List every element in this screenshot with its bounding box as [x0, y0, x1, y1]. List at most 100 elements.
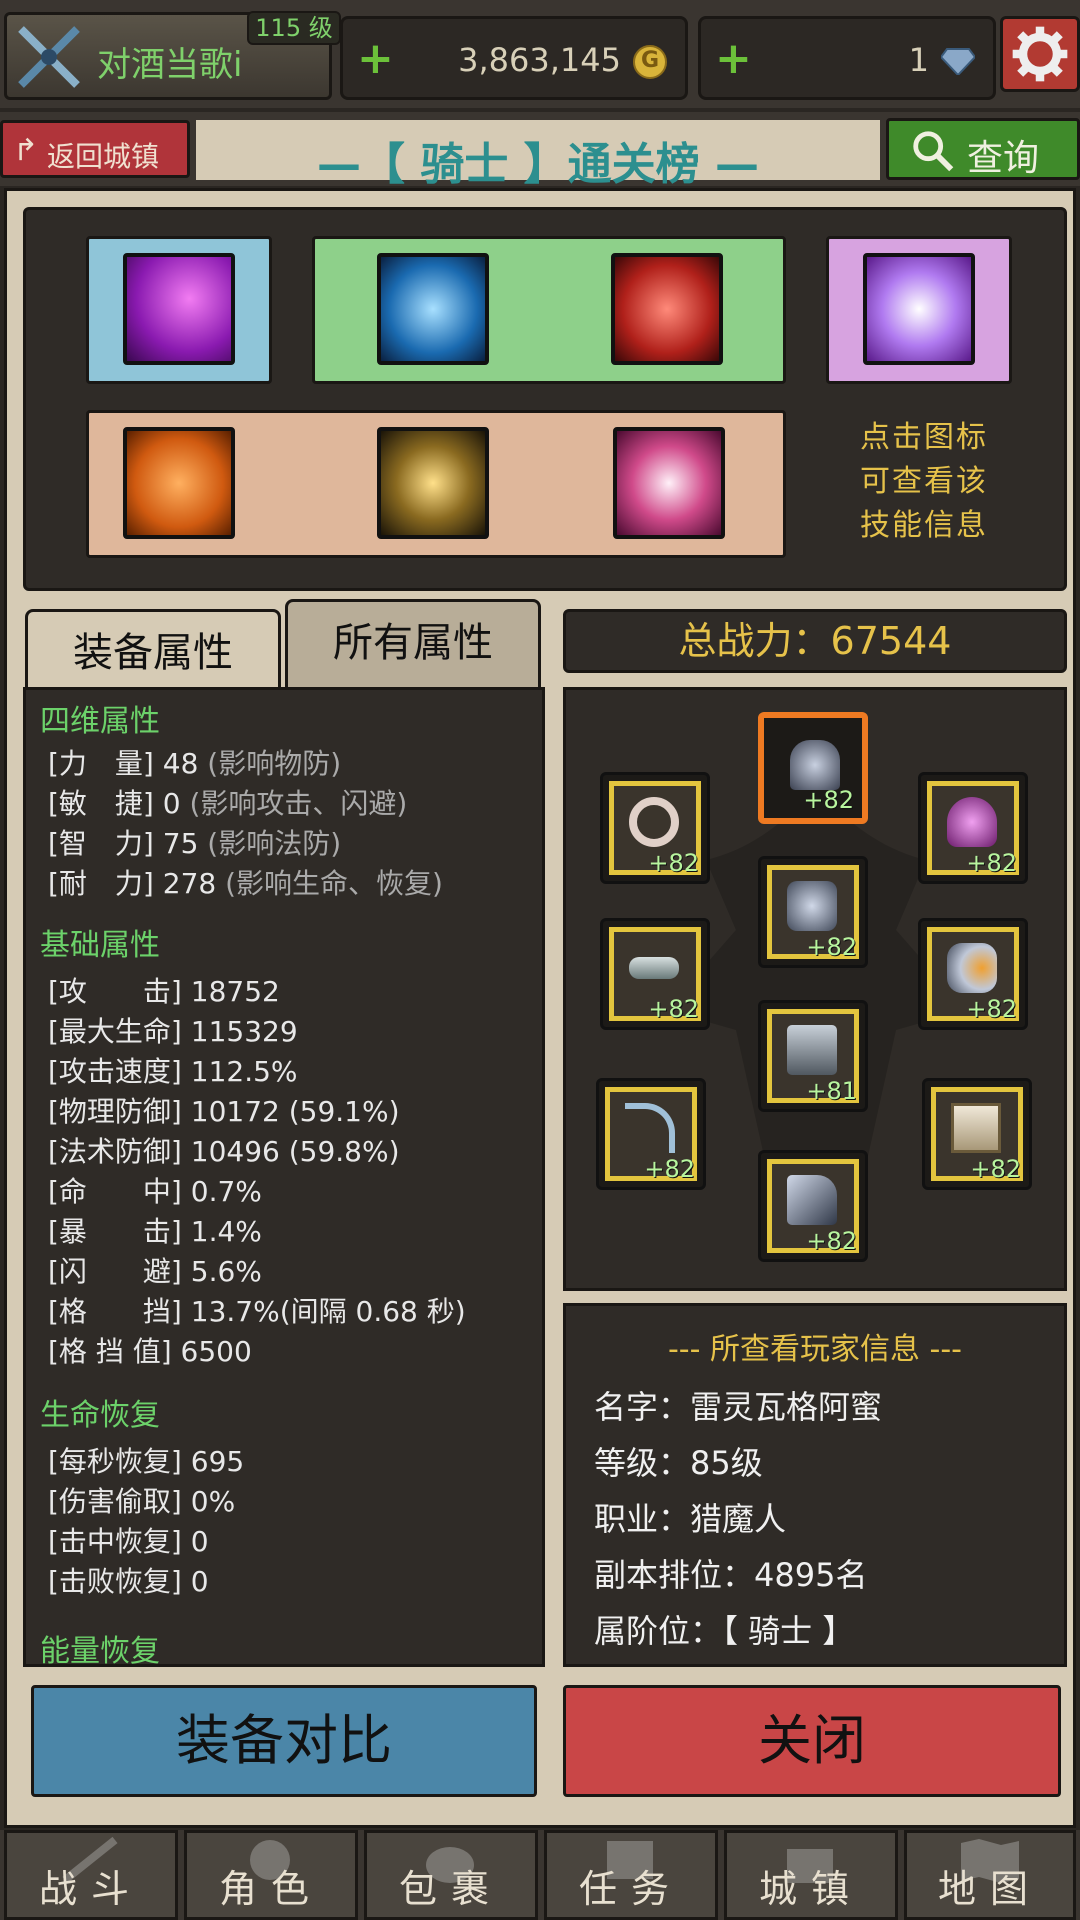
stat-line: [物理防御] 10172 (59.1%): [48, 1095, 400, 1128]
stat-line: [最大生命] 115329: [48, 1015, 298, 1048]
section-title: 四维属性: [40, 704, 160, 739]
stat-line: [击中恢复] 0: [48, 1525, 209, 1558]
equip-slot-armor[interactable]: +82: [758, 856, 868, 968]
ring-icon: [629, 797, 679, 847]
stat-line: [闪 避] 5.6%: [48, 1255, 262, 1288]
equip-slot-helmet[interactable]: +82: [758, 712, 868, 824]
equipment-panel: +82 +82 +82 +82 +82 +82 +81 +82 +82 +82: [563, 687, 1067, 1291]
nav-inventory[interactable]: 包裹: [364, 1830, 538, 1920]
compare-equipment-button[interactable]: 装备对比: [31, 1685, 537, 1797]
equip-level: +82: [803, 786, 854, 814]
settings-button[interactable]: [1000, 16, 1080, 92]
equip-level: +82: [970, 1155, 1021, 1183]
stat-line: [暴 击] 1.4%: [48, 1215, 262, 1248]
nav-town[interactable]: 城镇: [724, 1830, 898, 1920]
hint-line: 技能信息: [860, 508, 988, 543]
gem-icon: [941, 48, 975, 75]
equip-slot-ring[interactable]: +82: [600, 772, 710, 884]
skill-group-buffs: [86, 410, 786, 558]
nav-label: 城镇: [758, 1867, 863, 1911]
tab-equipment-stats[interactable]: 装备属性: [25, 609, 281, 695]
equip-level: +82: [966, 995, 1017, 1023]
stat-line: [耐 力] 278 (影响生命、恢复): [48, 867, 443, 900]
equip-slot-shield[interactable]: +82: [922, 1078, 1032, 1190]
armor-icon: [787, 881, 837, 931]
skill-shield-burst-icon[interactable]: [613, 427, 725, 539]
section-title: 基础属性: [40, 928, 160, 963]
equip-slot-belt[interactable]: +82: [600, 918, 710, 1030]
nav-map[interactable]: 地图: [904, 1830, 1076, 1920]
stat-line: [命 中] 0.7%: [48, 1175, 262, 1208]
stat-line: [法术防御] 10496 (59.8%): [48, 1135, 400, 1168]
title-band: —【 骑士 】通关榜 —: [196, 120, 880, 190]
equip-slot-boots[interactable]: +82: [758, 1150, 868, 1262]
skill-holy-cross-icon[interactable]: [863, 253, 975, 365]
equip-level: +82: [806, 1227, 857, 1255]
skill-fire-slash-icon[interactable]: [611, 253, 723, 365]
helmet-icon: [790, 740, 840, 790]
tab-all-stats[interactable]: 所有属性: [285, 599, 541, 687]
nav-quests[interactable]: 任务: [544, 1830, 718, 1920]
gloves-icon: [947, 943, 997, 993]
bottom-nav: 战斗 角色 包裹 任务 城镇 地图: [0, 1830, 1080, 1920]
equip-level: +81: [806, 1077, 857, 1105]
gold-display: + 3,863,145 G: [340, 16, 688, 100]
stat-line: [攻击速度] 112.5%: [48, 1055, 298, 1088]
shield-icon: [951, 1103, 1001, 1153]
nav-character[interactable]: 角色: [184, 1830, 358, 1920]
skill-chain-icon[interactable]: [123, 427, 235, 539]
search-icon: [913, 131, 954, 172]
equip-level: +82: [648, 849, 699, 877]
search-label: 查询: [967, 138, 1040, 179]
add-gem-icon[interactable]: +: [715, 37, 755, 81]
tab-label: 装备属性: [73, 630, 233, 676]
equip-level: +82: [648, 995, 699, 1023]
total-power: 总战力：67544: [563, 609, 1067, 673]
player-info-panel: --- 所查看玩家信息 --- 名字：雷灵瓦格阿蜜 等级：85级 职业：猎魔人 …: [563, 1303, 1067, 1667]
equip-level: +82: [644, 1155, 695, 1183]
skill-slash-icon[interactable]: [123, 253, 235, 365]
nav-label: 任务: [578, 1867, 683, 1911]
add-gold-icon[interactable]: +: [357, 37, 397, 81]
equip-level: +82: [806, 933, 857, 961]
skill-arrow-volley-icon[interactable]: [377, 253, 489, 365]
stats-panel[interactable]: 四维属性 [力 量] 48 (影响物防) [敏 捷] 0 (影响攻击、闪避) […: [23, 687, 545, 1667]
close-button[interactable]: 关闭: [563, 1685, 1061, 1797]
stat-line: [智 力] 75 (影响法防): [48, 827, 342, 860]
section-title: 能量恢复: [40, 1634, 160, 1667]
coin-icon: G: [633, 45, 667, 79]
skill-group-combo: [312, 236, 786, 384]
stat-line: [格 挡] 13.7%(间隔 0.68 秒): [48, 1295, 466, 1328]
belt-icon: [629, 957, 679, 979]
equip-slot-gloves[interactable]: +82: [918, 918, 1028, 1030]
player-name: 对酒当歌i: [97, 45, 243, 85]
search-button[interactable]: 查询: [886, 118, 1080, 180]
skill-demon-mask-icon[interactable]: [377, 427, 489, 539]
stat-line: [敏 捷] 0 (影响攻击、闪避): [48, 787, 408, 820]
player-info-name: 名字：雷灵瓦格阿蜜: [594, 1388, 883, 1426]
hint-line: 点击图标: [860, 420, 988, 455]
player-badge[interactable]: 对酒当歌i 115 级: [4, 11, 341, 100]
back-to-town-label: 返回城镇: [47, 140, 160, 173]
back-to-town-button[interactable]: ↱ 返回城镇: [0, 120, 190, 178]
player-info-level: 等级：85级: [594, 1444, 763, 1482]
nav-battle[interactable]: 战斗: [4, 1830, 178, 1920]
back-arrow-icon: ↱: [13, 133, 39, 168]
equip-slot-amulet[interactable]: +82: [918, 772, 1028, 884]
player-info-rank: 副本排位：4895名: [594, 1556, 868, 1594]
skill-group-passive: [826, 236, 1012, 384]
nav-label: 角色: [218, 1867, 323, 1911]
pants-icon: [787, 1025, 837, 1075]
hint-line: 可查看该: [860, 464, 988, 499]
equip-slot-bow[interactable]: +82: [596, 1078, 706, 1190]
skills-panel: 点击图标 可查看该 技能信息: [23, 207, 1067, 591]
stat-line: [每秒恢复] 695: [48, 1445, 245, 1478]
boots-icon: [787, 1175, 837, 1225]
stat-line: [攻 击] 18752: [48, 975, 280, 1008]
nav-label: 战斗: [38, 1867, 143, 1911]
amulet-icon: [947, 797, 997, 847]
gem-value: 1: [908, 41, 929, 79]
equip-slot-pants[interactable]: +81: [758, 1000, 868, 1112]
crossed-swords-icon: [18, 26, 80, 88]
level-badge: 115 级: [247, 11, 341, 45]
